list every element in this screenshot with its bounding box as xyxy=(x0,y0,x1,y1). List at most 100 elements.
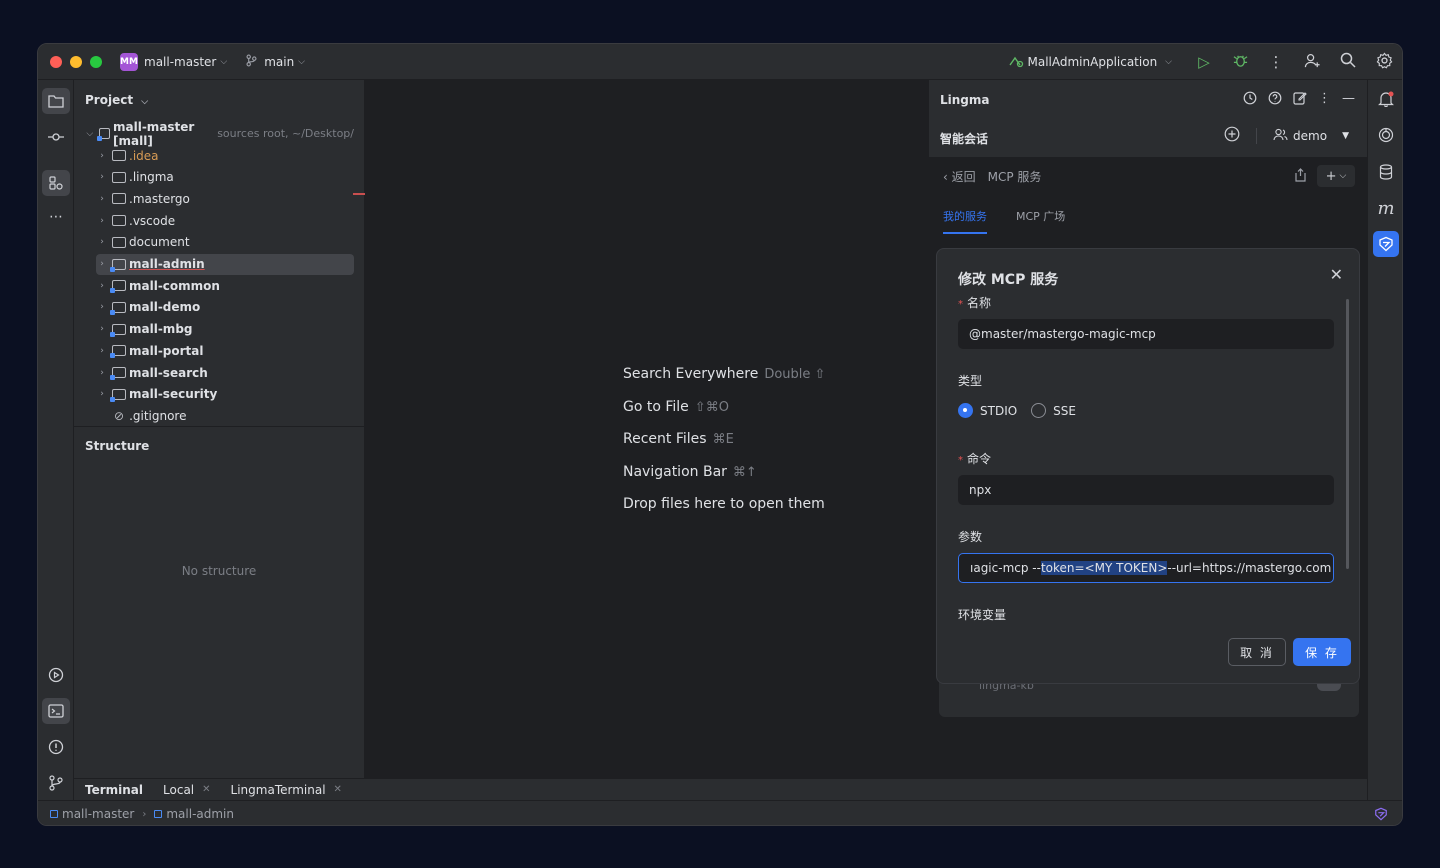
problems-icon[interactable] xyxy=(42,734,70,760)
tree-item[interactable]: › mall-portal xyxy=(96,340,354,361)
breadcrumb-project[interactable]: mall-master xyxy=(50,807,134,821)
folder-icon xyxy=(110,367,126,380)
chevron-down-icon: ⌵ xyxy=(298,56,305,67)
lingma-icon[interactable] xyxy=(1373,231,1399,257)
tree-item-label: mall-search xyxy=(129,365,208,380)
no-structure-text: No structure xyxy=(181,564,257,578)
chevron-right-icon: › xyxy=(100,367,104,378)
run-icon[interactable]: ▷ xyxy=(1194,53,1214,71)
services-icon[interactable] xyxy=(42,662,70,688)
tab-lingma-terminal[interactable]: LingmaTerminal ✕ xyxy=(231,783,342,797)
radio-sse-label: SSE xyxy=(1053,403,1076,418)
breadcrumb-separator-icon: › xyxy=(142,808,147,820)
terminal-icon[interactable] xyxy=(42,698,70,724)
close-tab-icon[interactable]: ✕ xyxy=(334,784,342,795)
tree-item[interactable]: › mall-admin xyxy=(96,253,354,275)
tree-item[interactable]: › mall-demo xyxy=(96,297,354,318)
project-panel-title[interactable]: Project ⌵ xyxy=(85,93,148,107)
edit-icon[interactable] xyxy=(1293,91,1307,109)
tree-item[interactable]: › document xyxy=(96,232,354,253)
minimize-window-button[interactable] xyxy=(70,55,82,68)
radio-sse[interactable] xyxy=(1031,403,1047,418)
left-tool-strip: ⋯ xyxy=(38,80,74,814)
lingma-status-icon[interactable] xyxy=(1374,807,1388,824)
tree-root[interactable]: ⌵ mall-master [mall] sources root, ~/Des… xyxy=(85,120,354,148)
commit-icon[interactable] xyxy=(42,124,70,150)
minimize-panel-icon[interactable]: — xyxy=(1342,91,1355,109)
save-button[interactable]: 保 存 xyxy=(1293,638,1351,666)
more-options-icon[interactable]: ⋮ xyxy=(1318,91,1331,109)
chevron-right-icon: › xyxy=(100,150,104,161)
help-icon[interactable] xyxy=(1268,91,1282,109)
chevron-right-icon: › xyxy=(100,193,104,204)
history-icon[interactable] xyxy=(1243,91,1257,109)
new-chat-plus-icon[interactable] xyxy=(1224,126,1240,145)
maven-icon[interactable]: m xyxy=(1373,195,1399,221)
branch-switcher[interactable]: main xyxy=(264,55,294,69)
args-field[interactable]: ıagic-mcp -- token=<MY TOKEN> --url=https… xyxy=(958,553,1334,583)
git-icon[interactable] xyxy=(42,770,70,796)
folder-icon xyxy=(112,171,126,183)
structure-plugins-icon[interactable] xyxy=(42,170,70,196)
tab-local[interactable]: Local ✕ xyxy=(163,783,211,797)
tree-root-meta: sources root, ~/Desktop/ xyxy=(217,127,354,140)
tree-item-label: mall-demo xyxy=(129,300,201,315)
chevron-right-icon: › xyxy=(100,259,104,269)
module-icon xyxy=(154,810,163,818)
status-bar: mall-master › mall-admin xyxy=(38,800,1402,825)
folder-icon xyxy=(110,301,126,315)
cancel-button[interactable]: 取 消 xyxy=(1228,638,1286,666)
lingma-title: Lingma xyxy=(940,93,990,107)
tree-item[interactable]: › mall-common xyxy=(96,275,354,296)
mcp-section-title: MCP 服务 xyxy=(987,170,1042,184)
tab-mcp-square[interactable]: MCP 广场 xyxy=(1016,208,1065,234)
search-icon[interactable] xyxy=(1338,52,1358,72)
command-field[interactable]: npx xyxy=(958,475,1334,505)
chevron-right-icon: › xyxy=(100,280,104,291)
tab-terminal[interactable]: Terminal xyxy=(85,783,143,797)
project-tool-folder-icon[interactable] xyxy=(42,88,70,114)
tree-item[interactable]: › .idea xyxy=(96,145,354,166)
users-icon xyxy=(1273,128,1288,144)
tree-item[interactable]: › mall-security xyxy=(96,384,354,405)
more-options-icon[interactable]: ⋮ xyxy=(1266,53,1286,71)
mcp-service-area: ‹ 返回 MCP 服务 + ⌵ 我的服务 MCP 广场 lingma-kb 修改 … xyxy=(929,157,1367,814)
tree-item[interactable]: › .vscode xyxy=(96,210,354,231)
editor-hint: Navigation Bar ⌘↑ xyxy=(623,463,757,480)
zoom-window-button[interactable] xyxy=(90,55,102,68)
tree-item[interactable]: › .mastergo xyxy=(96,188,354,209)
dialog-scrollbar[interactable] xyxy=(1346,299,1349,569)
settings-gear-icon[interactable] xyxy=(1374,52,1394,73)
breadcrumb-module[interactable]: mall-admin xyxy=(154,807,234,821)
close-window-button[interactable] xyxy=(50,55,62,68)
tree-item-label: .lingma xyxy=(129,170,174,185)
database-icon[interactable] xyxy=(1373,159,1399,185)
close-icon[interactable]: ✕ xyxy=(1330,265,1343,284)
run-config-label: MallAdminApplication xyxy=(1027,55,1158,69)
run-config-selector[interactable]: MallAdminApplication ⌵ xyxy=(1008,54,1172,71)
chevron-right-icon: › xyxy=(100,389,104,400)
run-config-icon xyxy=(1008,54,1024,71)
close-tab-icon[interactable]: ✕ xyxy=(202,784,210,795)
more-tools-icon[interactable]: ⋯ xyxy=(42,204,70,230)
tree-item[interactable]: › mall-search xyxy=(96,362,354,383)
tree-item-label: mall-common xyxy=(129,278,220,293)
project-badge[interactable]: MM xyxy=(120,52,138,71)
command-label: * 命令 xyxy=(958,452,992,466)
module-folder-icon xyxy=(96,128,110,141)
debug-icon[interactable] xyxy=(1230,53,1250,72)
radio-stdio[interactable] xyxy=(958,403,973,418)
tree-item[interactable]: ⊘ .gitignore xyxy=(96,405,354,426)
tree-item[interactable]: › .lingma xyxy=(96,167,354,188)
tree-item[interactable]: › mall-mbg xyxy=(96,319,354,340)
export-icon[interactable] xyxy=(1294,167,1307,185)
name-field[interactable]: @master/mastergo-magic-mcp xyxy=(958,319,1334,349)
project-switcher[interactable]: mall-master xyxy=(144,55,216,69)
back-button[interactable]: ‹ 返回 xyxy=(943,168,976,185)
add-service-button[interactable]: + ⌵ xyxy=(1317,165,1355,187)
add-user-icon[interactable] xyxy=(1302,52,1322,73)
ai-assistant-icon[interactable] xyxy=(1373,122,1399,148)
tab-my-services[interactable]: 我的服务 xyxy=(943,208,987,234)
user-switcher[interactable]: demo ▼ xyxy=(1273,128,1349,144)
notifications-bell-icon[interactable] xyxy=(1373,86,1399,112)
